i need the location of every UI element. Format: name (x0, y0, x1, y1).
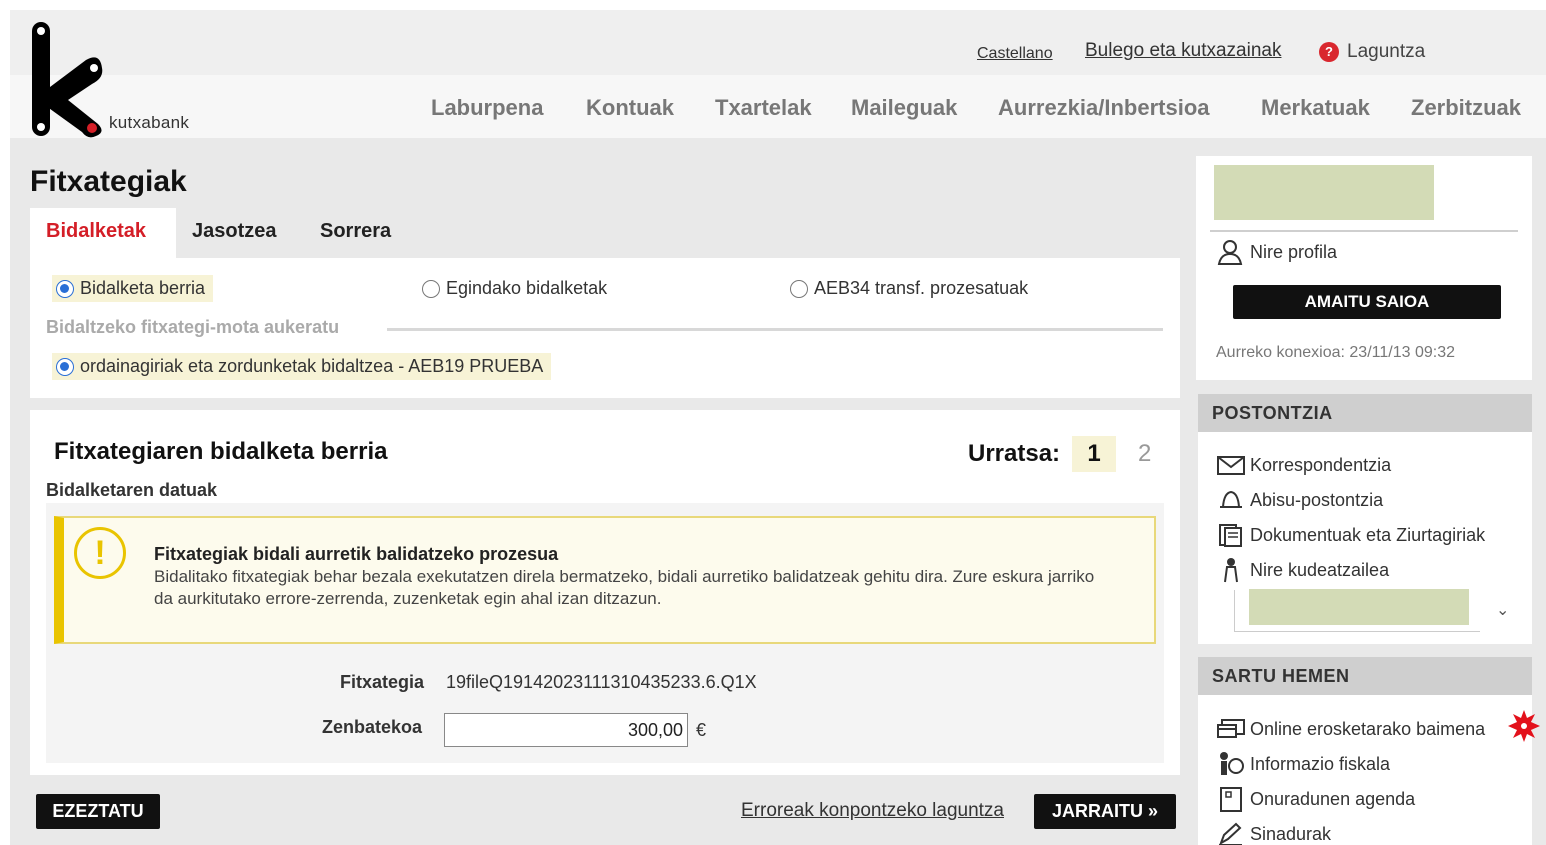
radio-selected-icon[interactable] (56, 357, 74, 376)
brand-name: kutxabank (109, 113, 190, 132)
form-title: Fitxategiaren bidalketa berria (54, 438, 388, 465)
nav-aurrezkia[interactable]: Aurrezkia/Inbertsioa (998, 95, 1210, 121)
enter-item-signatures[interactable]: Sinadurak (1216, 821, 1331, 845)
tab-sorrera[interactable]: Sorrera (304, 208, 407, 258)
offices-link[interactable]: Bulego eta kutxazainak (1085, 40, 1281, 62)
radio-selected-icon[interactable] (56, 279, 74, 298)
new-badge-icon (1508, 710, 1540, 742)
radio-icon[interactable] (790, 279, 808, 298)
amount-input[interactable]: 300,00 (444, 713, 688, 747)
nav-maileguak[interactable]: Maileguak (851, 95, 957, 121)
redacted-manager-name (1249, 589, 1469, 625)
nav-merkatuak[interactable]: Merkatuak (1261, 95, 1370, 121)
mode-option-label: Egindako bidalketak (446, 278, 608, 298)
mailbox-item-correspondence[interactable]: Korrespondentzia (1216, 452, 1391, 478)
alert-title: Fitxategiak bidali aurretik balidatzeko … (154, 544, 559, 564)
kutxabank-logo[interactable] (28, 20, 108, 140)
enter-item-label: Informazio fiskala (1250, 753, 1391, 774)
warning-icon: ! (74, 527, 126, 579)
mode-option-aeb34[interactable]: AEB34 transf. prozesatuak (790, 278, 1028, 299)
mailbox-item-label: Nire kudeatzailea (1250, 559, 1390, 580)
filetype-option[interactable]: ordainagiriak eta zordunketak bidaltzea … (52, 353, 552, 380)
mailbox-item-label: Abisu-postontzia (1250, 489, 1384, 510)
help-link[interactable]: Laguntza (1347, 41, 1425, 63)
form-subtitle: Bidalketaren datuak (46, 480, 218, 500)
nav-txartelak[interactable]: Txartelak (715, 95, 812, 121)
info-icon (1220, 752, 1244, 775)
profile-link[interactable]: Nire profila (1216, 239, 1337, 265)
enter-item-online-purchase[interactable]: Online erosketarako baimena (1216, 716, 1485, 742)
person-icon (1224, 558, 1238, 583)
last-connection: Aurreko konexioa: 23/11/13 09:32 (1216, 344, 1455, 361)
amount-label: Zenbatekoa (322, 717, 423, 737)
divider (1210, 230, 1518, 232)
redacted-user-name (1214, 165, 1434, 220)
card-icon (1217, 719, 1245, 738)
filetype-option-label: ordainagiriak eta zordunketak bidaltzea … (80, 356, 544, 376)
help-icon[interactable]: ? (1319, 42, 1339, 62)
mailbox-heading: POSTONTZIA (1198, 394, 1532, 432)
mailbox-item-documents[interactable]: Dokumentuak eta Ziurtagiriak (1216, 522, 1485, 548)
tab-jasotzea[interactable]: Jasotzea (176, 208, 293, 258)
enter-item-tax-info[interactable]: Informazio fiskala (1216, 751, 1390, 777)
enter-item-label: Sinadurak (1250, 823, 1332, 844)
tab-bidalketak[interactable]: Bidalketak (30, 208, 176, 258)
mode-option-new[interactable]: Bidalketa berria (52, 275, 214, 302)
step-current: 1 (1072, 436, 1116, 472)
mailbox-item-alerts[interactable]: Abisu-postontzia (1216, 487, 1383, 513)
profile-label: Nire profila (1250, 241, 1338, 262)
step-label: Urratsa: (968, 440, 1061, 467)
chevron-down-icon[interactable]: ⌄ (1496, 600, 1509, 620)
radio-icon[interactable] (422, 279, 440, 298)
pen-icon (1219, 822, 1242, 845)
file-label: Fitxategia (340, 672, 425, 692)
mode-option-label: AEB34 transf. prozesatuak (814, 278, 1029, 298)
enter-here-heading: SARTU HEMEN (1198, 657, 1532, 695)
divider (387, 328, 1163, 331)
enter-item-beneficiaries[interactable]: Onuradunen agenda (1216, 786, 1415, 812)
file-value: 19fileQ19142023111310435233.6.Q1X (446, 672, 757, 692)
envelope-icon (1217, 456, 1245, 475)
mode-option-label: Bidalketa berria (80, 278, 206, 298)
enter-item-label: Onuradunen agenda (1250, 788, 1416, 809)
enter-item-label: Online erosketarako baimena (1250, 718, 1486, 739)
currency-symbol: € (696, 720, 707, 740)
continue-button[interactable]: JARRAITU » (1034, 794, 1176, 829)
nav-laburpena[interactable]: Laburpena (431, 95, 543, 121)
mailbox-item-label: Korrespondentzia (1250, 454, 1392, 475)
nav-zerbitzuak[interactable]: Zerbitzuak (1411, 95, 1521, 121)
step-next: 2 (1138, 440, 1152, 467)
bell-icon (1220, 490, 1242, 508)
address-book-icon (1220, 787, 1242, 812)
mailbox-item-manager[interactable]: Nire kudeatzailea (1216, 557, 1389, 583)
mode-option-done[interactable]: Egindako bidalketak (422, 278, 607, 299)
page-title: Fitxategiak (30, 165, 187, 198)
alert-body: Bidalitako fitxategiak behar bezala exek… (154, 567, 1095, 608)
top-bar (10, 10, 1546, 75)
documents-icon (1219, 524, 1242, 547)
cancel-button[interactable]: EZEZTATU (36, 794, 160, 829)
mailbox-item-label: Dokumentuak eta Ziurtagiriak (1250, 524, 1486, 545)
error-help-link[interactable]: Erroreak konpontzeko laguntza (741, 800, 1004, 822)
logout-button[interactable]: AMAITU SAIOA (1233, 285, 1501, 319)
filetype-heading: Bidaltzeko fitxategi-mota aukeratu (46, 317, 340, 337)
nav-kontuak[interactable]: Kontuak (586, 95, 674, 121)
language-link[interactable]: Castellano (977, 45, 1053, 63)
user-icon (1217, 240, 1243, 265)
